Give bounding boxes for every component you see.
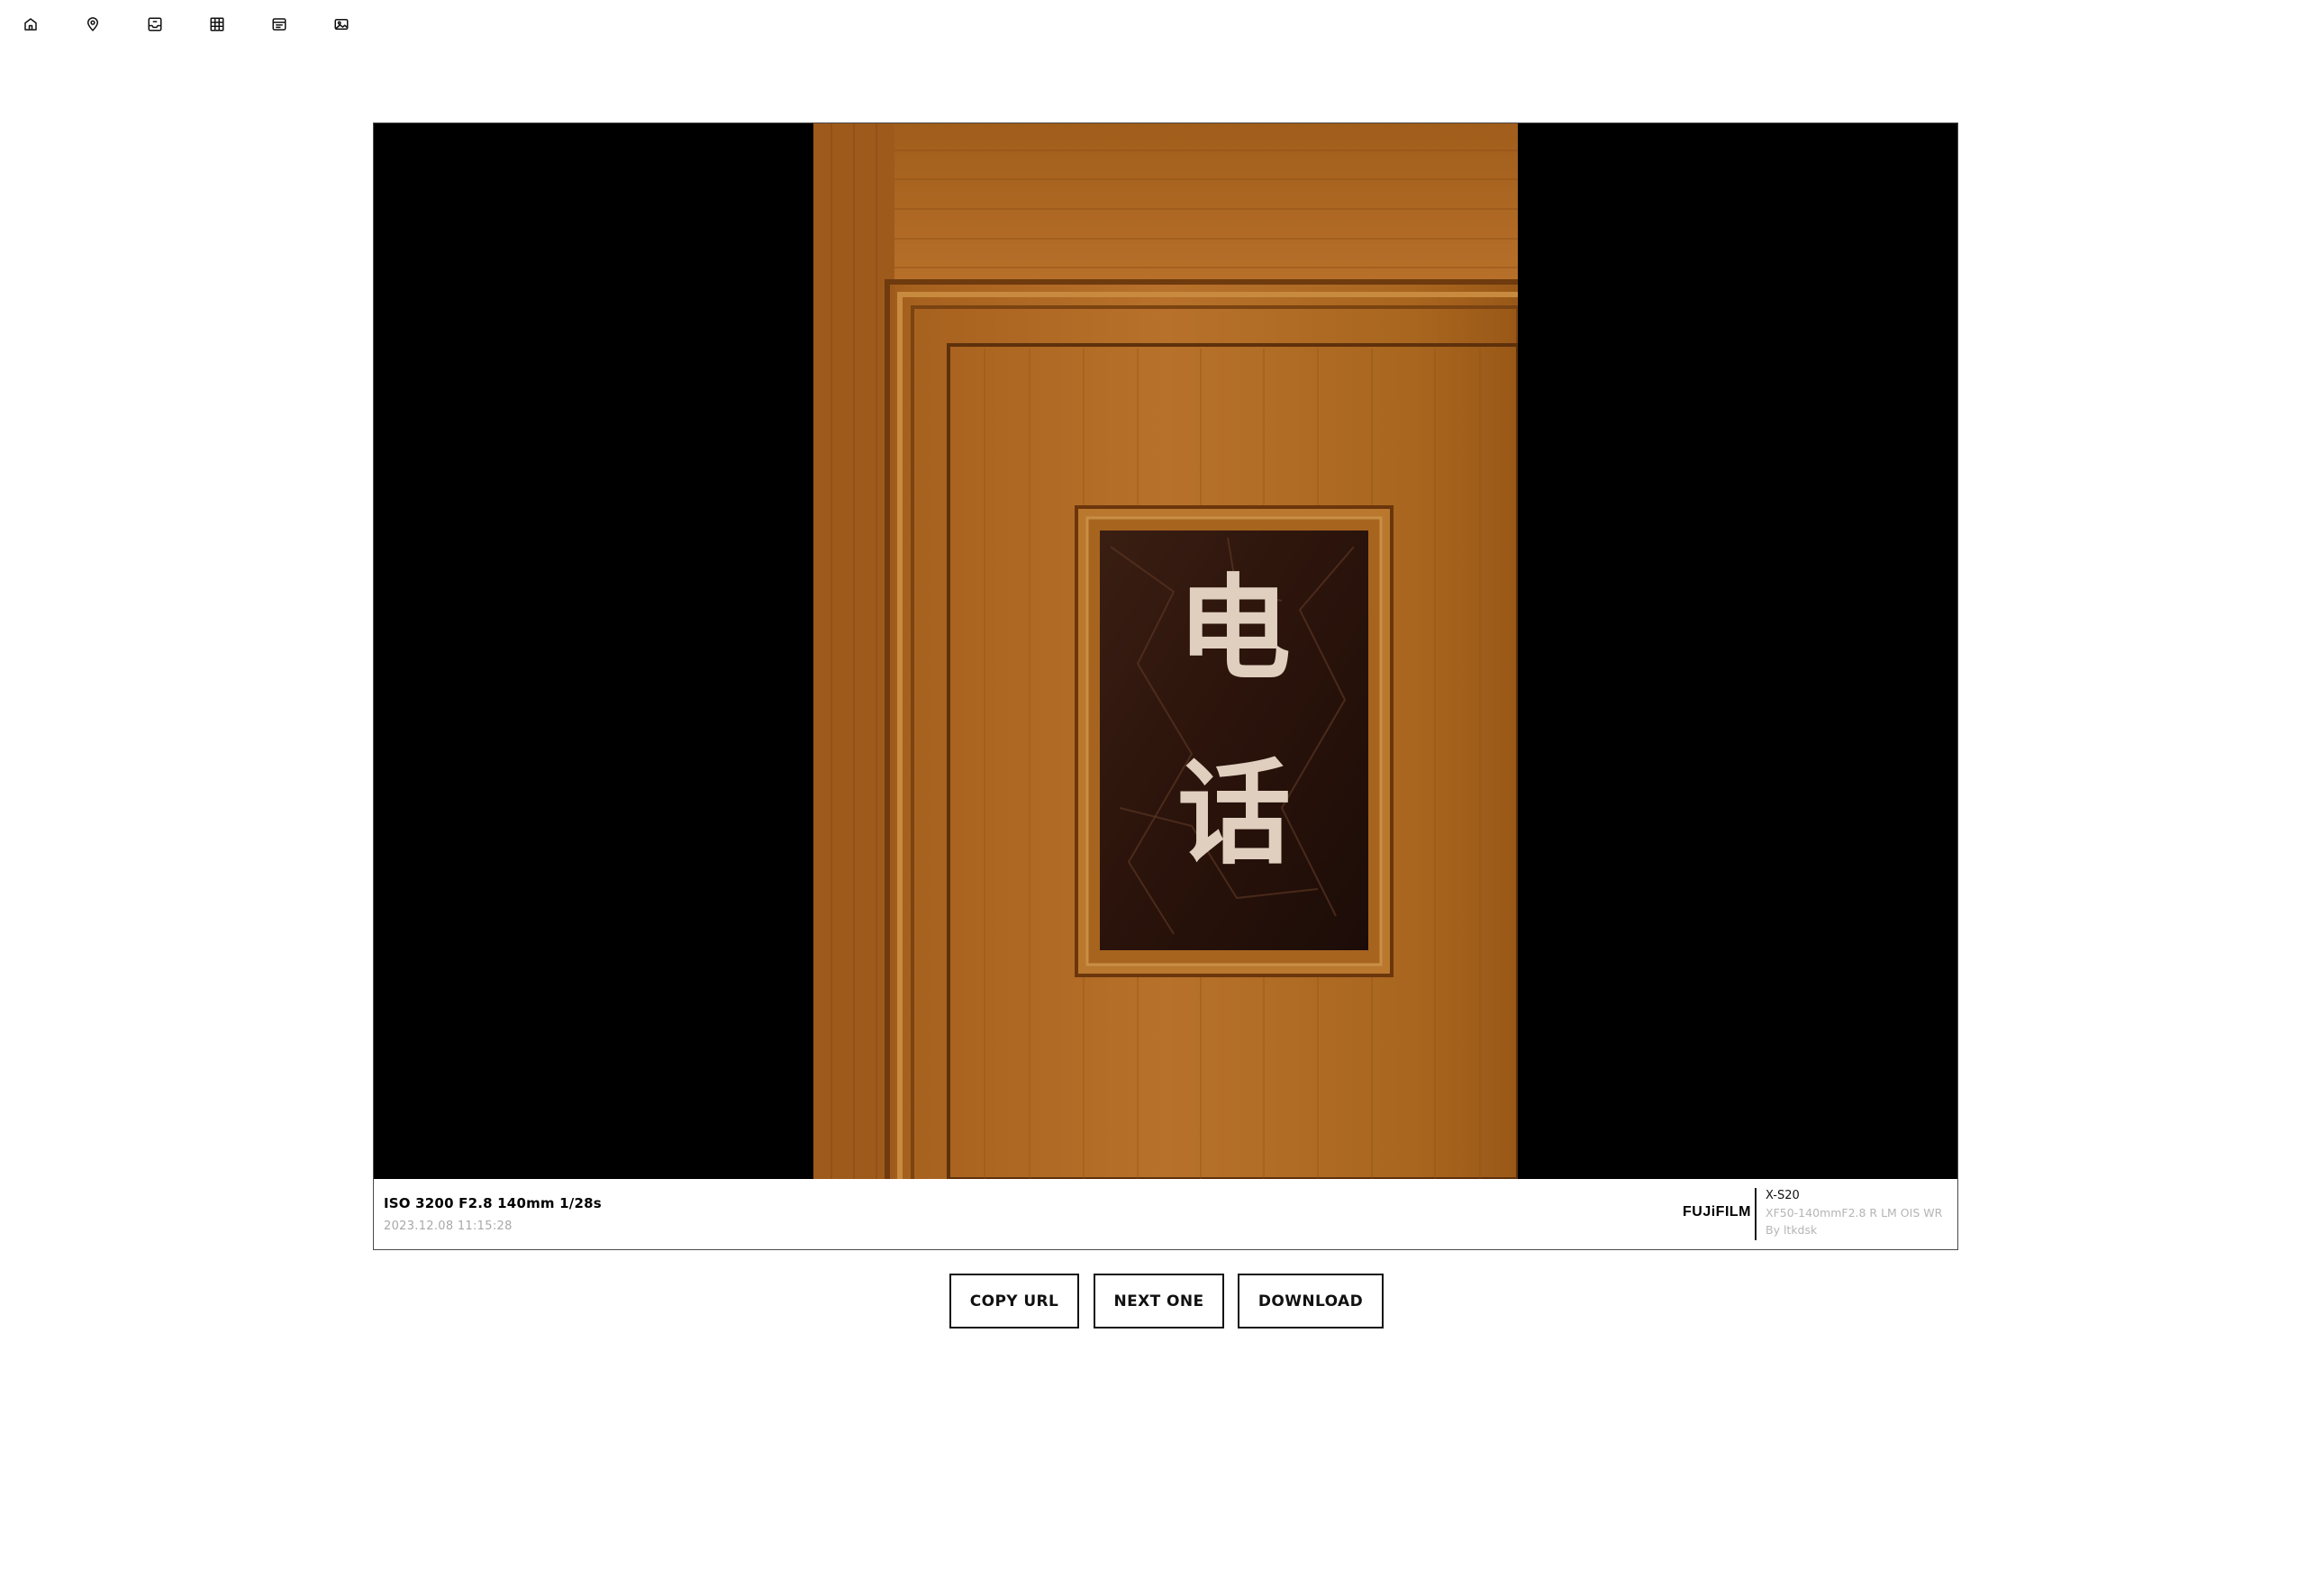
divider	[1755, 1188, 1757, 1240]
camera-model: X-S20	[1766, 1189, 1800, 1202]
camera-brand-logo: FUJiFILM	[1683, 1204, 1751, 1220]
inbox-icon	[148, 17, 162, 32]
download-button[interactable]: DOWNLOAD	[1238, 1274, 1384, 1328]
inbox-button[interactable]	[146, 15, 164, 33]
photo-image: 电 话	[813, 123, 1518, 1179]
image-icon	[334, 19, 349, 30]
map-button[interactable]	[84, 15, 102, 33]
copy-url-button[interactable]: COPY URL	[949, 1274, 1079, 1328]
photo-author: By ltkdsk	[1766, 1223, 1818, 1237]
grid-view-button[interactable]	[208, 15, 226, 33]
capture-datetime: 2023.12.08 11:15:28	[384, 1220, 513, 1233]
photo-card: 电 话 ISO 3200 F2.8 140mm 1/28s 2023.12.08…	[373, 122, 1958, 1250]
photo-frame: 电 话	[374, 123, 1957, 1179]
exif-summary: ISO 3200 F2.8 140mm 1/28s	[384, 1195, 602, 1211]
sign-character-1: 电	[1177, 563, 1291, 695]
home-button[interactable]	[22, 15, 40, 33]
map-pin-icon	[86, 17, 99, 32]
gallery-button[interactable]	[332, 15, 350, 33]
next-one-button[interactable]: NEXT ONE	[1094, 1274, 1224, 1328]
list-icon	[272, 18, 286, 31]
list-view-button[interactable]	[270, 15, 288, 33]
home-icon	[24, 18, 37, 31]
photo-metadata: ISO 3200 F2.8 140mm 1/28s 2023.12.08 11:…	[374, 1179, 1957, 1249]
lens-name: XF50-140mmF2.8 R LM OIS WR	[1766, 1206, 1943, 1220]
grid-icon	[210, 17, 224, 32]
sign-character-2: 话	[1177, 748, 1291, 880]
